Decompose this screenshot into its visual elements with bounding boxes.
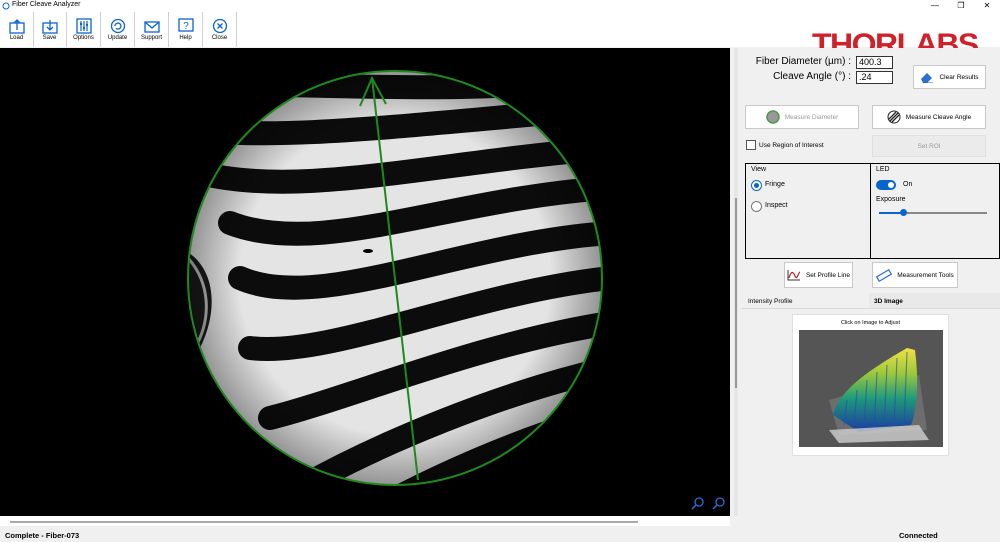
minimize-button[interactable]: — (922, 0, 948, 12)
help-icon: ? (177, 18, 194, 32)
led-group: LED On Exposure (870, 163, 1000, 259)
save-icon (41, 20, 58, 34)
window-close-button[interactable]: ✕ (974, 0, 1000, 12)
update-label: Update (107, 35, 128, 41)
clear-results-label: Clear Results (939, 73, 979, 81)
measure-cleave-angle-button[interactable]: Measure Cleave Angle (872, 105, 986, 129)
tab-divider (741, 308, 1000, 309)
plot-3d-card: Click on Image to Adjust (792, 314, 949, 456)
load-icon (8, 19, 25, 34)
load-button[interactable]: Load (0, 12, 34, 47)
clear-results-button[interactable]: Clear Results (913, 65, 986, 89)
zoom-in-icon[interactable] (712, 497, 725, 510)
fiber-diameter-label: Fiber Diameter (µm) : (755, 56, 851, 67)
save-label: Save (42, 35, 57, 41)
eraser-icon (921, 73, 934, 83)
restore-button[interactable]: ❐ (948, 0, 974, 12)
update-icon (110, 18, 125, 34)
support-button[interactable]: Support (135, 12, 169, 47)
profile-line-icon (787, 270, 801, 281)
exposure-label: Exposure (876, 196, 906, 203)
support-icon (143, 21, 160, 33)
measure-cleave-angle-label: Measure Cleave Angle (905, 113, 972, 121)
measurement-tools-label: Measurement Tools (897, 271, 954, 279)
window-title: Fiber Cleave Analyzer (12, 1, 81, 8)
use-roi-label: Use Region of Interest (759, 142, 824, 149)
view-group: View Fringe Inspect (745, 163, 871, 259)
fiber-interference-image[interactable] (0, 48, 730, 516)
svg-text:?: ? (183, 21, 189, 32)
support-label: Support (140, 35, 162, 41)
fiber-diameter-value: 400.3 (856, 56, 893, 69)
help-button[interactable]: ? Help (169, 12, 203, 47)
led-group-title: LED (876, 166, 890, 173)
options-label: Options (73, 35, 94, 41)
scroll-thumb[interactable] (735, 198, 737, 388)
options-icon (75, 18, 92, 34)
measurement-tools-button[interactable]: Measurement Tools (872, 262, 958, 288)
horizontal-scrollbar[interactable] (0, 516, 730, 526)
tab-3d-image[interactable]: 3D Image (874, 298, 903, 305)
tab-intensity-profile[interactable]: Intensity Profile (748, 298, 792, 305)
view-group-title: View (751, 166, 767, 173)
set-roi-label: Set ROI (917, 142, 941, 150)
led-toggle[interactable] (876, 180, 896, 190)
help-label: Help (179, 35, 192, 41)
app-icon (2, 2, 10, 10)
use-roi-checkbox[interactable] (746, 140, 756, 150)
save-button[interactable]: Save (33, 12, 67, 47)
measure-diameter-button[interactable]: Measure Diameter (745, 105, 859, 129)
set-profile-line-label: Set Profile Line (805, 271, 851, 279)
cleave-angle-label: Cleave Angle (°) : (773, 71, 851, 82)
load-label: Load (9, 35, 24, 41)
plot-3d-caption: Click on Image to Adjust (840, 320, 900, 326)
fringe-radio[interactable] (751, 180, 762, 191)
plot-3d-image[interactable] (799, 330, 943, 447)
fringe-icon (887, 110, 901, 124)
diameter-icon (766, 110, 780, 124)
exposure-slider-thumb[interactable] (899, 209, 907, 216)
set-profile-line-button[interactable]: Set Profile Line (784, 262, 853, 288)
cleave-angle-value: .24 (856, 71, 893, 84)
led-state-label: On (903, 181, 913, 188)
tab-3d-image-bg[interactable]: 3D Image (869, 293, 1000, 308)
zoom-out-icon[interactable] (691, 497, 704, 510)
status-bar: Complete - Fiber-073 Connected (0, 528, 1000, 542)
connection-status: Connected (899, 531, 938, 540)
toolbar: Load Save Options Update Support ? Help … (0, 12, 1000, 61)
ruler-icon (876, 269, 893, 282)
options-button[interactable]: Options (67, 12, 101, 47)
close-button[interactable]: Close (203, 12, 237, 47)
title-bar: Fiber Cleave Analyzer — ❐ ✕ (0, 0, 1000, 12)
status-text: Complete - Fiber-073 (5, 531, 80, 540)
set-roi-button[interactable]: Set ROI (872, 135, 986, 157)
exposure-slider[interactable] (879, 209, 987, 216)
close-icon (212, 18, 227, 34)
measure-diameter-label: Measure Diameter (784, 113, 839, 121)
close-label: Close (211, 35, 228, 41)
update-button[interactable]: Update (101, 12, 135, 47)
inspect-label: Inspect (765, 202, 788, 209)
inspect-radio[interactable] (751, 201, 762, 212)
fringe-label: Fringe (765, 181, 785, 188)
fiber-image-viewer[interactable] (0, 48, 730, 516)
vertical-scrollbar[interactable] (734, 48, 738, 516)
control-panel: Fiber Diameter (µm) : 400.3 Cleave Angle… (741, 48, 1000, 528)
scroll-thumb[interactable] (10, 521, 638, 523)
